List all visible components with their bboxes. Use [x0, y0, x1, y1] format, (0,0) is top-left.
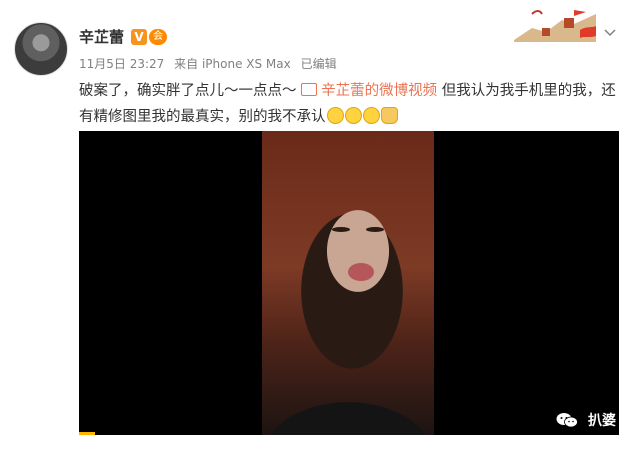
doge-face-emoji-icon — [326, 107, 344, 124]
wechat-icon — [556, 413, 578, 428]
post-text-part1: 破案了，确实胖了点儿～一点点～ — [79, 83, 297, 99]
post-source: 来自 iPhone XS Max — [174, 57, 291, 71]
chevron-down-icon[interactable] — [604, 27, 616, 39]
video-frame-detail — [262, 365, 434, 435]
video-frame-detail — [366, 227, 384, 232]
edited-label[interactable]: 已编辑 — [301, 57, 337, 71]
video-player[interactable] — [79, 131, 619, 435]
watermark-text: 扒婆 — [588, 413, 616, 429]
author-name[interactable]: 辛芷蕾 — [79, 26, 124, 47]
post-timestamp[interactable]: 11月5日 23:27 — [79, 57, 164, 71]
vip-badge-icon: 会 — [149, 29, 167, 45]
video-progress-bar[interactable] — [79, 432, 96, 435]
video-frame-detail — [348, 263, 374, 281]
video-link-label: 辛芷蕾的微博视频 — [321, 83, 438, 99]
thumbs-up-emoji-icon — [380, 107, 398, 124]
smile-emoji-icon — [362, 107, 380, 124]
video-frame-detail — [332, 227, 350, 232]
avatar[interactable] — [14, 22, 68, 76]
verified-badge: V — [131, 29, 147, 45]
post-text: 破案了，确实胖了点儿～一点点～ 辛芷蕾的微博视频 但我认为我手机里的我，还有精修… — [79, 78, 619, 130]
post-meta: 11月5日 23:27 来自 iPhone XS Max 已编辑 — [79, 55, 343, 72]
video-link[interactable]: 辛芷蕾的微博视频 — [301, 83, 442, 99]
laughing-tears-emoji-icon — [344, 107, 362, 124]
great-wall-banner-icon — [514, 10, 596, 42]
watermark: 扒婆 — [556, 410, 616, 430]
weibo-post-card: 辛芷蕾 V 会 11月5日 23:27 来自 iPhone XS Max 已编辑… — [0, 0, 640, 455]
video-frame — [262, 131, 434, 435]
video-camera-icon — [301, 83, 318, 96]
